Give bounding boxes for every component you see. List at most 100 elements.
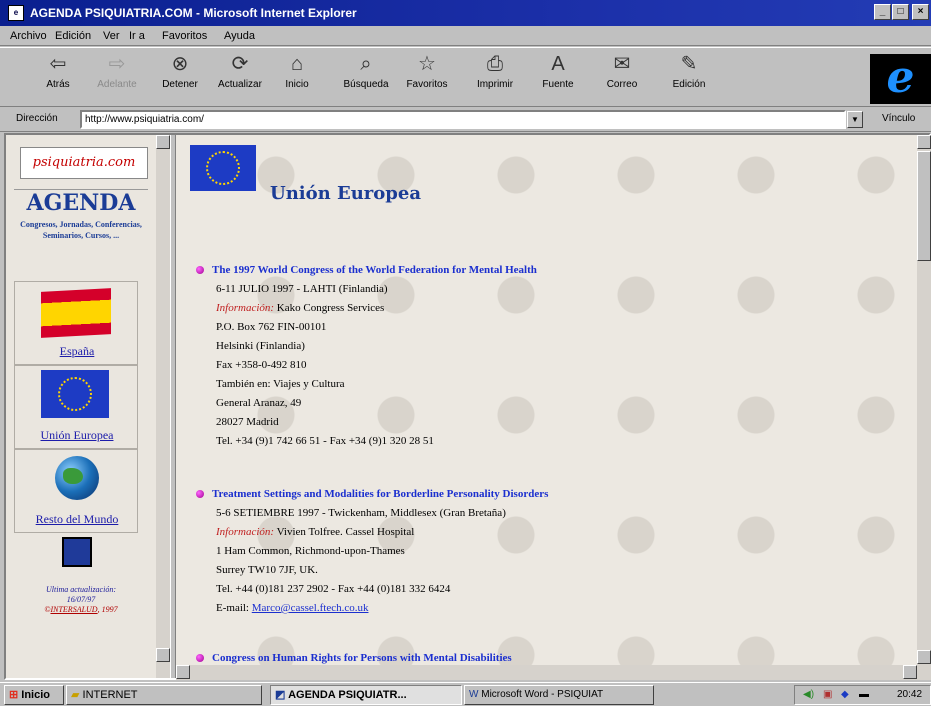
info-label: Información: — [216, 526, 275, 538]
nav-resto-del-mundo[interactable]: Resto del Mundo — [14, 449, 138, 533]
address-label: Dirección — [16, 113, 58, 124]
bullet-icon — [196, 490, 204, 498]
event-line: 1 Ham Common, Richmond-upon-Thames — [216, 545, 405, 557]
event-title-link[interactable]: Congress on Human Rights for Persons wit… — [212, 649, 512, 665]
mail-button[interactable]: ✉ Correo — [598, 52, 646, 90]
taskbar: ⊞ Inicio ▰ INTERNET ◩ AGENDA PSIQUIATR..… — [0, 682, 931, 706]
refresh-label: Actualizar — [218, 79, 262, 90]
taskbar-item-internet[interactable]: ▰ INTERNET — [66, 685, 262, 705]
back-arrow-icon: ⇦ — [49, 53, 67, 75]
clock[interactable]: 20:42 — [897, 686, 922, 704]
taskbar-item-word[interactable]: W Microsoft Word - PSIQUIAT — [464, 685, 654, 705]
search-button[interactable]: ⌕ Búsqueda — [336, 52, 396, 90]
email-label: E-mail: — [216, 602, 249, 614]
speaker-icon[interactable]: ◀) — [803, 686, 814, 704]
update-label: Ultima actualización: — [46, 585, 116, 594]
start-button[interactable]: ⊞ Inicio — [4, 685, 64, 705]
menu-edicion[interactable]: Edición — [55, 30, 91, 42]
event-line: Tel. +34 (9)1 742 66 51 - Fax +34 (9)1 3… — [216, 435, 434, 447]
links-button[interactable]: Vínculo — [882, 113, 915, 124]
copyright-org-link[interactable]: INTERSALUD — [50, 605, 97, 614]
psiquiatria-logo[interactable]: psiquiatria.com — [20, 147, 148, 179]
scroll-down-button[interactable] — [917, 650, 931, 664]
forward-arrow-icon: ⇨ — [108, 53, 126, 75]
title-bar[interactable]: e AGENDA PSIQUIATRIA.COM - Microsoft Int… — [0, 0, 931, 26]
refresh-button[interactable]: ⟳ Actualizar — [212, 52, 268, 90]
last-update: Ultima actualización: 16/07/97 ©INTERSAL… — [14, 585, 148, 615]
scroll-thumb[interactable] — [917, 151, 931, 261]
close-button[interactable]: × — [912, 4, 929, 20]
spain-flag-icon — [41, 288, 111, 338]
scroll-down-button[interactable] — [156, 648, 170, 662]
home-page-icon[interactable] — [62, 537, 92, 567]
mail-icon: ✉ — [613, 53, 631, 75]
event-line: 28027 Madrid — [216, 416, 279, 428]
home-icon: ⌂ — [290, 53, 304, 75]
event-date: 5-6 SETIEMBRE 1997 - Twickenham, Middles… — [216, 507, 506, 519]
maximize-button[interactable]: □ — [892, 4, 909, 20]
main-vertical-scrollbar[interactable] — [917, 135, 931, 680]
event-email: E-mail: Marco@cassel.ftech.co.uk — [216, 599, 368, 618]
menu-bar: Archivo Edición Ver Ir a Favoritos Ayuda — [0, 26, 931, 46]
taskbar-item-label: Microsoft Word - PSIQUIAT — [481, 689, 604, 700]
menu-ver[interactable]: Ver — [103, 30, 120, 42]
favorites-label: Favoritos — [406, 79, 448, 90]
stop-button[interactable]: ⊗ Detener — [156, 52, 204, 90]
copyright-year: 1997 — [101, 605, 118, 614]
menu-ayuda[interactable]: Ayuda — [224, 30, 255, 42]
globe-icon — [55, 456, 99, 500]
event-title-link[interactable]: Treatment Settings and Modalities for Bo… — [212, 485, 548, 504]
print-button[interactable]: ⎙ Imprimir — [470, 52, 520, 90]
search-icon: ⌕ — [360, 53, 372, 75]
address-dropdown-icon[interactable]: ▼ — [847, 111, 863, 128]
address-bar: Dirección http://www.psiquiatria.com/ ▼ … — [0, 108, 931, 132]
battery-icon[interactable]: ▬ — [859, 686, 869, 704]
event-line: P.O. Box 762 FIN-00101 — [216, 321, 327, 333]
menu-favoritos[interactable]: Favoritos — [162, 30, 207, 42]
shield-icon[interactable]: ◆ — [841, 686, 849, 704]
taskbar-item-agenda[interactable]: ◩ AGENDA PSIQUIATR... — [270, 685, 462, 705]
edit-icon: ✎ — [680, 53, 698, 75]
window-title: AGENDA PSIQUIATRIA.COM - Microsoft Inter… — [30, 6, 357, 20]
scroll-up-button[interactable] — [917, 135, 931, 149]
menu-ir-a[interactable]: Ir a — [129, 30, 145, 42]
refresh-icon: ⟳ — [231, 53, 249, 75]
info-value: Vivien Tolfree. Cassel Hospital — [276, 526, 415, 538]
scroll-right-button[interactable] — [903, 665, 917, 679]
nav-union-europea[interactable]: Unión Europea — [14, 365, 138, 449]
forward-button[interactable]: ⇨ Adelante — [90, 52, 144, 90]
nav-espana-label[interactable]: España — [15, 344, 139, 359]
back-button[interactable]: ⇦ Atrás — [36, 52, 80, 90]
start-label: Inicio — [21, 689, 51, 701]
font-label: Fuente — [542, 79, 574, 90]
ie-page-icon: ◩ — [275, 689, 286, 701]
scroll-left-button[interactable] — [176, 665, 190, 679]
minimize-button[interactable]: _ — [874, 4, 891, 20]
bullet-icon — [196, 654, 204, 662]
event-line: También en: Viajes y Cultura — [216, 378, 345, 390]
eu-flag-icon — [41, 370, 109, 418]
main-horizontal-scrollbar[interactable] — [176, 665, 917, 680]
network-icon[interactable]: ▣ — [823, 686, 832, 704]
edit-button[interactable]: ✎ Edición — [664, 52, 714, 90]
system-tray: ◀) ▣ ◆ ▬ 20:42 — [794, 685, 931, 705]
event-title-link[interactable]: The 1997 World Congress of the World Fed… — [212, 261, 537, 280]
menu-archivo[interactable]: Archivo — [10, 30, 47, 42]
email-link[interactable]: Marco@cassel.ftech.co.uk — [252, 602, 369, 614]
font-button[interactable]: A Fuente — [536, 52, 580, 90]
forward-label: Adelante — [97, 79, 137, 90]
windows-logo-icon: ⊞ — [9, 689, 19, 701]
favorites-button[interactable]: ☆ Favoritos — [399, 52, 455, 90]
nav-espana[interactable]: España — [14, 281, 138, 365]
font-icon: A — [551, 53, 565, 75]
home-button[interactable]: ⌂ Inicio — [278, 52, 316, 90]
event-line: Surrey TW10 7JF, UK. — [216, 564, 318, 576]
toolbar: ⇦ Atrás ⇨ Adelante ⊗ Detener ⟳ Actualizar ⌂ I… — [0, 47, 931, 107]
nav-union-europea-label[interactable]: Unión Europea — [15, 428, 139, 443]
agenda-title: AGENDA — [14, 189, 148, 216]
nav-resto-del-mundo-label[interactable]: Resto del Mundo — [15, 512, 139, 527]
left-frame-scrollbar[interactable] — [156, 135, 170, 678]
address-input[interactable]: http://www.psiquiatria.com/ — [80, 110, 846, 129]
ie-page-icon: e — [8, 5, 24, 21]
scroll-up-button[interactable] — [156, 135, 170, 149]
